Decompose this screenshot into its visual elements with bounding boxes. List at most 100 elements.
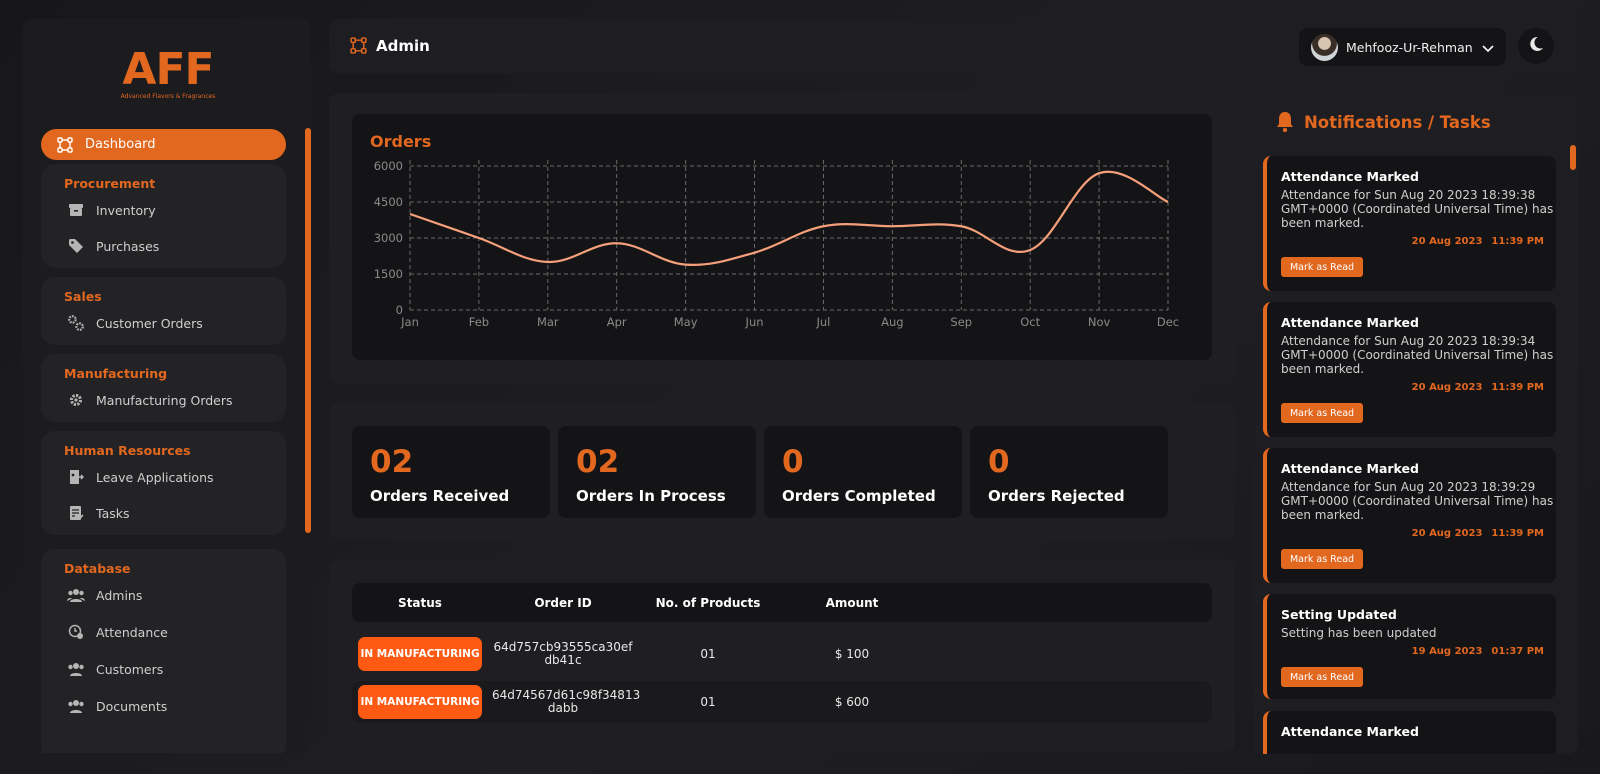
avatar (1311, 33, 1338, 61)
status-badge: IN MANUFACTURING (358, 685, 482, 719)
sidebar-item-label: Documents (96, 698, 168, 714)
user-name: Mehfooz-Ur-Rehman (1346, 39, 1473, 55)
sidebar-item-label: Dashboard (85, 137, 156, 152)
notification-title: Attendance Marked (1281, 169, 1419, 184)
page-title: Admin (376, 37, 430, 55)
notification-time: 11:39 PM (1491, 528, 1544, 539)
sidebar-group-sales: Sales Customer Orders (41, 277, 286, 345)
group-title: Manufacturing (64, 366, 168, 381)
product-count: 01 (700, 695, 716, 709)
logo-text: AFF (122, 44, 214, 95)
dashboard-icon (56, 136, 74, 154)
notification-body: Attendance for Sun Aug 20 2023 18:39:38 … (1281, 188, 1554, 230)
notification-time: 11:39 PM (1491, 382, 1544, 393)
y-tick-label: 4500 (374, 195, 403, 209)
stat-orders-in-process: 02 Orders In Process (558, 426, 756, 518)
x-tick-label: Sep (950, 315, 972, 329)
sidebar-item-attendance[interactable]: Attendance (67, 623, 168, 641)
chevron-down-icon (1482, 38, 1494, 57)
order-amount: $ 600 (834, 695, 870, 709)
x-tick-label: Jul (816, 315, 831, 329)
sidebar-item-label: Attendance (96, 624, 168, 640)
notification-title: Attendance Marked (1281, 724, 1419, 739)
notification-date: 19 Aug 2023 (1411, 646, 1483, 657)
mark-as-read-button[interactable]: Mark as Read (1281, 667, 1363, 687)
sidebar-item-customers[interactable]: Customers (67, 660, 163, 678)
sidebar-item-label: Customer Orders (96, 315, 203, 331)
brand-logo[interactable]: AFF Advanced Flavors & Fragrances (118, 46, 218, 118)
mark-as-read-button[interactable]: Mark as Read (1281, 403, 1363, 423)
notification-body: Attendance for Sun Aug 20 2023 18:39:29 … (1281, 480, 1554, 522)
column-header-order-id[interactable]: Order ID (492, 596, 634, 610)
sidebar-item-label: Inventory (96, 202, 156, 218)
notification-timestamp: 19 Aug 2023 01:37 PM (1412, 646, 1544, 657)
y-tick-label: 6000 (374, 159, 403, 173)
sidebar-item-label: Admins (96, 587, 143, 603)
bell-icon (1275, 111, 1295, 137)
sidebar-group-manufacturing: Manufacturing Manufacturing Orders (41, 354, 286, 422)
gears-icon (67, 314, 85, 332)
product-count: 01 (700, 647, 716, 661)
logo-subtitle: Advanced Flavors & Fragrances (120, 93, 216, 100)
orders-chart-card: Orders 0 1500 3000 4500 6000 Jan Feb Mar Apr May J… (352, 114, 1212, 360)
stat-value: 02 (370, 444, 414, 480)
users-icon (67, 586, 85, 604)
theme-toggle-button[interactable] (1518, 28, 1554, 64)
x-tick-label: Aug (881, 315, 903, 329)
sidebar-scrollbar[interactable] (305, 128, 311, 533)
notification-time: 01:37 PM (1491, 646, 1544, 657)
x-tick-label: Mar (537, 315, 559, 329)
column-header-products[interactable]: No. of Products (642, 596, 774, 610)
sidebar-item-inventory[interactable]: Inventory (67, 201, 156, 219)
notification-timestamp: 20 Aug 2023 11:39 PM (1412, 382, 1544, 393)
notification-date: 20 Aug 2023 (1411, 528, 1483, 539)
status-badge: IN MANUFACTURING (358, 637, 482, 671)
sidebar-item-documents[interactable]: Documents (67, 697, 167, 715)
column-header-amount[interactable]: Amount (792, 596, 912, 610)
sidebar-item-dashboard[interactable]: Dashboard (41, 129, 286, 160)
notification-timestamp: 20 Aug 2023 11:39 PM (1412, 528, 1544, 539)
notification-title: Setting Updated (1281, 607, 1397, 622)
sidebar-item-customer-orders[interactable]: Customer Orders (67, 314, 203, 332)
sidebar-group-database: Database Admins Attendance Customers Doc… (41, 549, 286, 753)
table-header: Status Order ID No. of Products Amount (352, 583, 1212, 622)
task-list-icon (67, 504, 85, 522)
sidebar-item-manufacturing-orders[interactable]: Manufacturing Orders (67, 391, 233, 409)
notification-timestamp: 20 Aug 2023 11:39 PM (1412, 236, 1544, 247)
notifications-panel[interactable]: Notifications / Tasks Attendance Marked … (1253, 93, 1578, 754)
clock-user-icon (67, 623, 85, 641)
stat-label: Orders In Process (576, 487, 726, 505)
door-exit-icon (67, 468, 85, 486)
users-icon (67, 697, 85, 715)
x-tick-label: Dec (1157, 315, 1179, 329)
mark-as-read-button[interactable]: Mark as Read (1281, 549, 1363, 569)
table-row[interactable]: IN MANUFACTURING 64d74567d61c98f34813 da… (352, 681, 1212, 723)
x-tick-label: Jun (745, 315, 764, 329)
sidebar-item-admins[interactable]: Admins (67, 586, 142, 604)
dashboard-icon (350, 37, 367, 58)
group-title: Sales (64, 289, 102, 304)
archive-box-icon (67, 201, 85, 219)
sidebar-item-leave-applications[interactable]: Leave Applications (67, 468, 214, 486)
stat-value: 02 (576, 444, 620, 480)
x-tick-label: Feb (469, 315, 489, 329)
order-id: 64d757cb93555ca30ef db41c (492, 641, 634, 667)
orders-chart: 01500300045006000Jan Feb Mar Apr May Jun Jul Au… (374, 159, 1179, 329)
stat-value: 0 (988, 444, 1010, 480)
sidebar: AFF Advanced Flavors & Fragrances Dashbo… (23, 19, 311, 753)
mark-as-read-button[interactable]: Mark as Read (1281, 257, 1363, 277)
table-row[interactable]: IN MANUFACTURING 64d757cb93555ca30ef db4… (352, 633, 1212, 675)
order-id: 64d74567d61c98f34813 dabb (492, 689, 640, 715)
notification-body: Attendance for Sun Aug 20 2023 18:39:34 … (1281, 334, 1554, 376)
sidebar-item-purchases[interactable]: Purchases (67, 237, 159, 255)
column-header-status[interactable]: Status (358, 596, 482, 610)
sidebar-item-label: Manufacturing Orders (96, 392, 233, 408)
sidebar-item-tasks[interactable]: Tasks (67, 504, 130, 522)
notifications-scrollbar[interactable] (1570, 145, 1576, 170)
notification-item: Attendance Marked Attendance for Sun Aug… (1263, 302, 1556, 437)
x-tick-label: Jan (400, 315, 419, 329)
group-title: Procurement (64, 176, 156, 191)
user-menu-button[interactable]: Mehfooz-Ur-Rehman (1299, 28, 1506, 66)
sidebar-item-label: Leave Applications (96, 469, 214, 485)
x-tick-label: Apr (607, 315, 627, 329)
